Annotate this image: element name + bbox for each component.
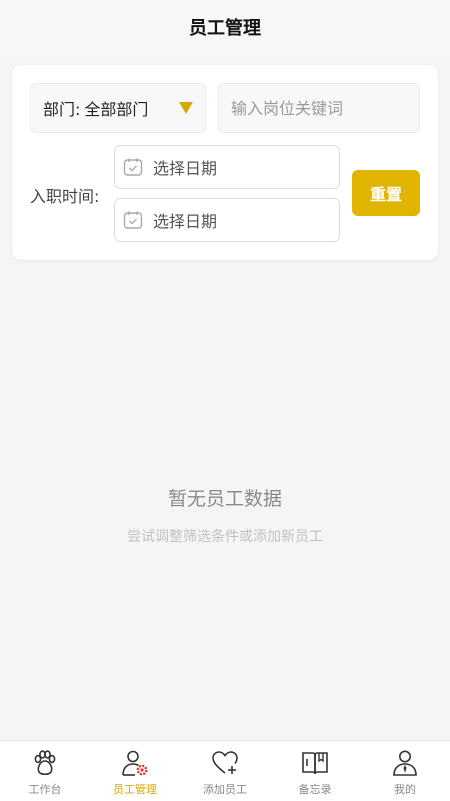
empty-state-title: 暂无员工数据	[167, 488, 282, 510]
heart-plus-icon	[212, 751, 238, 774]
filter-card: 部门: 全部部门 入职时间: 选择日期 选择日期 重置	[12, 65, 438, 260]
dropdown-arrow-icon	[179, 102, 193, 114]
tab-employee-management[interactable]: 员工管理	[90, 741, 180, 801]
end-date-placeholder: 选择日期	[153, 212, 218, 231]
start-date-field[interactable]: 选择日期	[114, 145, 340, 189]
end-date-field[interactable]: 选择日期	[114, 198, 340, 242]
calendar-icon	[123, 211, 143, 229]
tab-label: 我的	[394, 783, 416, 796]
start-date-placeholder: 选择日期	[153, 159, 218, 178]
empty-state-subtitle: 尝试调整筛选条件或添加新员工	[127, 529, 323, 545]
department-select[interactable]: 部门: 全部部门	[30, 83, 206, 133]
join-time-label: 入职时间:	[30, 187, 100, 206]
user-gear-icon	[122, 750, 148, 776]
tab-workbench[interactable]: 工作台	[0, 741, 90, 801]
person-icon	[393, 750, 417, 776]
book-icon	[302, 752, 328, 775]
header-bar: 员工管理	[0, 0, 450, 54]
tab-add-employee[interactable]: 添加员工	[180, 741, 270, 801]
department-value: 全部部门	[84, 100, 149, 119]
department-label: 部门:	[43, 100, 81, 119]
tab-label: 工作台	[28, 783, 62, 796]
tab-label: 添加员工	[203, 783, 247, 796]
calendar-icon	[123, 158, 143, 176]
keyword-input[interactable]	[218, 83, 420, 133]
bottom-tab-bar: 工作台 员工管理 添加员工 备忘录 我的	[0, 740, 450, 801]
tab-label: 员工管理	[113, 783, 157, 796]
page-title: 员工管理	[189, 18, 261, 39]
tab-label: 备忘录	[298, 783, 332, 796]
tab-memo[interactable]: 备忘录	[270, 741, 360, 801]
reset-button[interactable]: 重置	[352, 170, 420, 216]
paw-icon	[34, 750, 56, 776]
tab-mine[interactable]: 我的	[360, 741, 450, 801]
